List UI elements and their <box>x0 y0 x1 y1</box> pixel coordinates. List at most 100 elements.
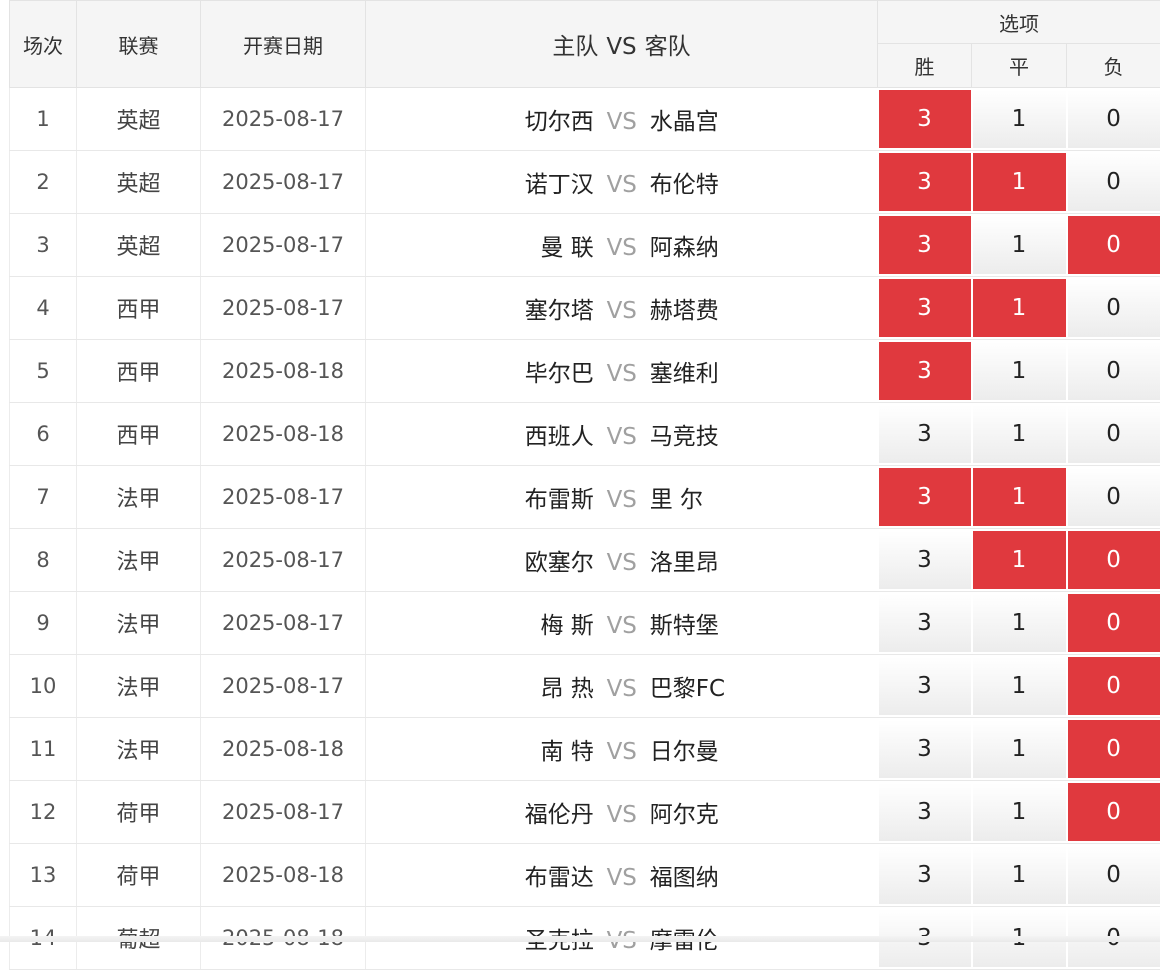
option-lose-button[interactable]: 0 <box>1068 657 1160 715</box>
match-date: 2025-08-17 <box>201 214 366 277</box>
win-cell: 3 <box>878 718 972 781</box>
option-draw-button[interactable]: 1 <box>973 468 1066 526</box>
match-date: 2025-08-17 <box>201 466 366 529</box>
away-team: 巴黎FC <box>650 669 870 703</box>
option-win-button[interactable]: 3 <box>879 468 971 526</box>
option-draw-button[interactable]: 1 <box>973 720 1066 778</box>
away-team: 日尔曼 <box>650 732 870 766</box>
vs-label: VS <box>594 298 650 324</box>
away-team: 里 尔 <box>650 480 870 514</box>
league-name: 西甲 <box>77 403 201 466</box>
match-date: 2025-08-17 <box>201 592 366 655</box>
header-league: 联赛 <box>77 1 201 88</box>
option-draw-button[interactable]: 1 <box>973 90 1066 148</box>
option-lose-button[interactable]: 0 <box>1068 342 1160 400</box>
round-number: 13 <box>10 844 77 907</box>
match-teams: 昂 热VS巴黎FC <box>366 655 878 718</box>
option-draw-button[interactable]: 1 <box>973 531 1066 589</box>
match-teams: 布雷斯VS里 尔 <box>366 466 878 529</box>
option-draw-button[interactable]: 1 <box>973 594 1066 652</box>
table-row: 10法甲2025-08-17昂 热VS巴黎FC310 <box>10 655 1160 718</box>
match-date: 2025-08-17 <box>201 529 366 592</box>
option-lose-button[interactable]: 0 <box>1068 594 1160 652</box>
win-cell: 3 <box>878 340 972 403</box>
draw-cell: 1 <box>972 214 1067 277</box>
option-win-button[interactable]: 3 <box>879 342 971 400</box>
draw-cell: 1 <box>972 781 1067 844</box>
round-number: 3 <box>10 214 77 277</box>
option-win-button[interactable]: 3 <box>879 657 971 715</box>
option-win-button[interactable]: 3 <box>879 720 971 778</box>
league-name: 英超 <box>77 151 201 214</box>
header-lose: 负 <box>1067 44 1160 88</box>
option-win-button[interactable]: 3 <box>879 405 971 463</box>
option-draw-button[interactable]: 1 <box>973 657 1066 715</box>
match-date: 2025-08-17 <box>201 88 366 151</box>
league-name: 法甲 <box>77 592 201 655</box>
option-win-button[interactable]: 3 <box>879 216 971 274</box>
match-date: 2025-08-18 <box>201 340 366 403</box>
option-win-button[interactable]: 3 <box>879 783 971 841</box>
option-lose-button[interactable]: 0 <box>1068 783 1160 841</box>
win-cell: 3 <box>878 403 972 466</box>
option-lose-button[interactable]: 0 <box>1068 153 1160 211</box>
option-win-button[interactable]: 3 <box>879 153 971 211</box>
option-lose-button[interactable]: 0 <box>1068 279 1160 337</box>
option-win-button[interactable]: 3 <box>879 279 971 337</box>
match-teams: 欧塞尔VS洛里昂 <box>366 529 878 592</box>
option-draw-button[interactable]: 1 <box>973 405 1066 463</box>
match-teams: 梅 斯VS斯特堡 <box>366 592 878 655</box>
option-draw-button[interactable]: 1 <box>973 216 1066 274</box>
away-team: 阿森纳 <box>650 228 870 262</box>
match-teams: 南 特VS日尔曼 <box>366 718 878 781</box>
away-team: 福图纳 <box>650 858 870 892</box>
option-draw-button[interactable]: 1 <box>973 279 1066 337</box>
round-number: 10 <box>10 655 77 718</box>
option-lose-button[interactable]: 0 <box>1068 531 1160 589</box>
away-team: 斯特堡 <box>650 606 870 640</box>
table-row: 2英超2025-08-17诺丁汉VS布伦特310 <box>10 151 1160 214</box>
option-draw-button[interactable]: 1 <box>973 783 1066 841</box>
lose-cell: 0 <box>1067 466 1160 529</box>
scroll-edge <box>0 936 1160 942</box>
league-name: 法甲 <box>77 655 201 718</box>
draw-cell: 1 <box>972 340 1067 403</box>
draw-cell: 1 <box>972 718 1067 781</box>
option-draw-button[interactable]: 1 <box>973 846 1066 904</box>
option-lose-button[interactable]: 0 <box>1068 846 1160 904</box>
home-team: 布雷斯 <box>374 480 594 514</box>
league-name: 西甲 <box>77 340 201 403</box>
header-vs: VS <box>606 34 636 60</box>
option-lose-button[interactable]: 0 <box>1068 468 1160 526</box>
vs-label: VS <box>594 361 650 387</box>
draw-cell: 1 <box>972 844 1067 907</box>
league-name: 荷甲 <box>77 781 201 844</box>
option-lose-button[interactable]: 0 <box>1068 90 1160 148</box>
away-team: 布伦特 <box>650 165 870 199</box>
draw-cell: 1 <box>972 403 1067 466</box>
option-lose-button[interactable]: 0 <box>1068 216 1160 274</box>
round-number: 2 <box>10 151 77 214</box>
league-name: 英超 <box>77 214 201 277</box>
vs-label: VS <box>594 613 650 639</box>
vs-label: VS <box>594 865 650 891</box>
round-number: 11 <box>10 718 77 781</box>
win-cell: 3 <box>878 529 972 592</box>
option-draw-button[interactable]: 1 <box>973 342 1066 400</box>
option-win-button[interactable]: 3 <box>879 531 971 589</box>
lose-cell: 0 <box>1067 718 1160 781</box>
round-number: 12 <box>10 781 77 844</box>
home-team: 布雷达 <box>374 858 594 892</box>
match-teams: 诺丁汉VS布伦特 <box>366 151 878 214</box>
option-lose-button[interactable]: 0 <box>1068 720 1160 778</box>
option-win-button[interactable]: 3 <box>879 846 971 904</box>
vs-label: VS <box>594 235 650 261</box>
round-number: 8 <box>10 529 77 592</box>
away-team: 塞维利 <box>650 354 870 388</box>
option-win-button[interactable]: 3 <box>879 90 971 148</box>
option-win-button[interactable]: 3 <box>879 594 971 652</box>
option-draw-button[interactable]: 1 <box>973 153 1066 211</box>
option-lose-button[interactable]: 0 <box>1068 405 1160 463</box>
table-row: 8法甲2025-08-17欧塞尔VS洛里昂310 <box>10 529 1160 592</box>
table-row: 9法甲2025-08-17梅 斯VS斯特堡310 <box>10 592 1160 655</box>
